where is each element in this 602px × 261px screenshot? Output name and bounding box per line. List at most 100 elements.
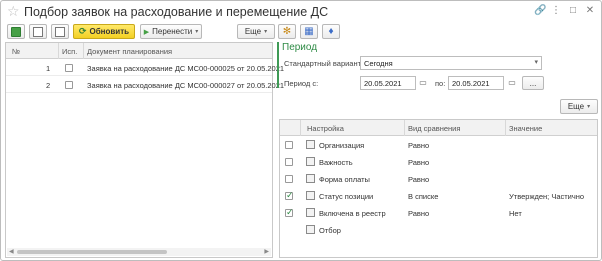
table-row[interactable]: Статус позиции В списке Утвержден; Части… <box>280 188 597 205</box>
variant-label: Стандартный вариант: <box>284 59 364 68</box>
report-button[interactable]: ▦ <box>300 24 318 39</box>
calendar-icon[interactable]: ▭ <box>506 77 518 89</box>
comparison: Равно <box>408 209 430 218</box>
field-icon <box>306 208 315 217</box>
use-checkbox[interactable] <box>285 190 294 201</box>
column-number[interactable]: № <box>12 47 20 56</box>
select-button[interactable] <box>7 24 25 39</box>
table-row[interactable]: Организация Равно <box>280 137 597 154</box>
row-number: 2 <box>46 81 51 90</box>
period-group-marker <box>277 42 279 88</box>
title-bar: ☆ Подбор заявок на расходование и переме… <box>1 1 601 23</box>
table-row[interactable]: Включена в реестр Равно Нет <box>280 205 597 222</box>
info-icon: ♦ <box>328 25 334 37</box>
column-separator <box>505 120 506 136</box>
use-checkbox[interactable] <box>285 175 293 183</box>
calendar-icon[interactable]: ▭ <box>417 77 429 89</box>
date-to-value: 20.05.2021 <box>452 79 490 88</box>
more-label: Еще <box>244 27 262 36</box>
setting-name: Отбор <box>319 226 341 235</box>
window-title: Подбор заявок на расходование и перемеще… <box>24 5 329 19</box>
table-row[interactable]: Важность Равно <box>280 154 597 171</box>
scroll-thumb[interactable] <box>17 250 167 254</box>
field-icon <box>306 191 315 200</box>
horizontal-scrollbar[interactable]: ◀ ▶ <box>7 248 271 256</box>
column-value[interactable]: Значение <box>509 124 542 133</box>
maximize-icon[interactable]: □ <box>568 5 578 17</box>
column-comparison[interactable]: Вид сравнения <box>408 124 460 133</box>
ellipsis-label: ... <box>529 78 537 88</box>
report-icon: ▦ <box>304 25 314 37</box>
column-used[interactable]: Исп. <box>62 47 77 56</box>
refresh-label: Обновить <box>89 27 130 36</box>
close-icon[interactable]: ✕ <box>585 5 595 17</box>
settings-button[interactable]: ✻ <box>278 24 296 39</box>
period-select-button[interactable]: ... <box>522 76 544 90</box>
row-document: Заявка на расходование ДС МС00-000025 от… <box>87 64 285 73</box>
window: ☆ Подбор заявок на расходование и переме… <box>0 0 602 261</box>
mark-button[interactable] <box>51 24 69 39</box>
refresh-button[interactable]: ⟳ Обновить <box>73 24 135 39</box>
column-document[interactable]: Документ планирования <box>87 47 172 56</box>
settings-more-label: Еще <box>567 102 585 111</box>
value: Утвержден; Частично <box>509 192 585 201</box>
field-icon <box>306 174 315 183</box>
row-number: 1 <box>46 64 51 73</box>
from-label: Период с: <box>284 79 319 88</box>
to-label: по: <box>435 79 446 88</box>
copy-icon <box>33 26 43 37</box>
date-to-input[interactable]: 20.05.2021 <box>448 76 504 90</box>
used-checkbox[interactable] <box>65 64 73 72</box>
field-icon <box>306 140 315 149</box>
setting-name: Важность <box>319 158 353 167</box>
more-vertical-icon[interactable]: ⋮ <box>551 5 561 17</box>
table-header: № Исп. Документ планирования <box>6 43 272 59</box>
use-checkbox[interactable] <box>285 207 294 218</box>
column-separator <box>300 120 301 136</box>
more-button[interactable]: Еще ▾ <box>237 24 275 39</box>
use-checkbox[interactable] <box>285 158 293 166</box>
column-separator <box>404 120 405 136</box>
move-label: Перенести <box>152 27 193 36</box>
scroll-right-icon[interactable]: ▶ <box>264 248 269 256</box>
filter-settings-table: Настройка Вид сравнения Значение Организ… <box>279 119 598 258</box>
variant-select[interactable]: Сегодня ▾ <box>360 56 542 70</box>
chevron-down-icon: ▾ <box>264 29 268 35</box>
comparison: В списке <box>408 192 439 201</box>
checkmark-doc-icon <box>11 26 21 37</box>
favorite-star-icon[interactable]: ☆ <box>7 3 20 19</box>
mark-doc-icon <box>55 26 65 37</box>
setting-name: Статус позиции <box>319 192 374 201</box>
chevron-down-icon: ▾ <box>195 29 199 35</box>
link-icon[interactable]: 🔗 <box>534 5 546 17</box>
column-separator <box>83 43 84 59</box>
value: Нет <box>509 209 522 218</box>
date-from-input[interactable]: 20.05.2021 <box>360 76 416 90</box>
comparison: Равно <box>408 158 430 167</box>
field-icon <box>306 157 315 166</box>
window-controls: 🔗 ⋮ □ ✕ <box>534 5 595 17</box>
table-row[interactable]: Форма оплаты Равно <box>280 171 597 188</box>
field-icon <box>306 225 315 234</box>
table-row[interactable]: 1 Заявка на расходование ДС МС00-000025 … <box>6 60 284 76</box>
table-row[interactable]: 2 Заявка на расходование ДС МС00-000027 … <box>6 77 284 93</box>
column-separator <box>58 43 59 59</box>
setting-name: Форма оплаты <box>319 175 370 184</box>
date-from-value: 20.05.2021 <box>364 79 402 88</box>
table-header: Настройка Вид сравнения Значение <box>280 120 597 136</box>
setting-name: Организация <box>319 141 365 150</box>
use-checkbox[interactable] <box>285 141 293 149</box>
used-checkbox[interactable] <box>65 81 73 89</box>
planning-documents-table: № Исп. Документ планирования 1 Заявка на… <box>5 42 284 258</box>
refresh-icon: ⟳ <box>78 26 87 36</box>
variant-value: Сегодня <box>364 59 393 68</box>
comparison: Равно <box>408 175 430 184</box>
scroll-left-icon[interactable]: ◀ <box>9 248 14 256</box>
settings-more-button[interactable]: Еще ▾ <box>560 99 598 114</box>
info-button[interactable]: ♦ <box>322 24 340 39</box>
move-button[interactable]: ▶ Перенести ▾ <box>140 24 202 39</box>
copy-button[interactable] <box>29 24 47 39</box>
column-setting[interactable]: Настройка <box>307 124 344 133</box>
table-row[interactable]: Отбор <box>280 222 597 239</box>
comparison: Равно <box>408 141 430 150</box>
